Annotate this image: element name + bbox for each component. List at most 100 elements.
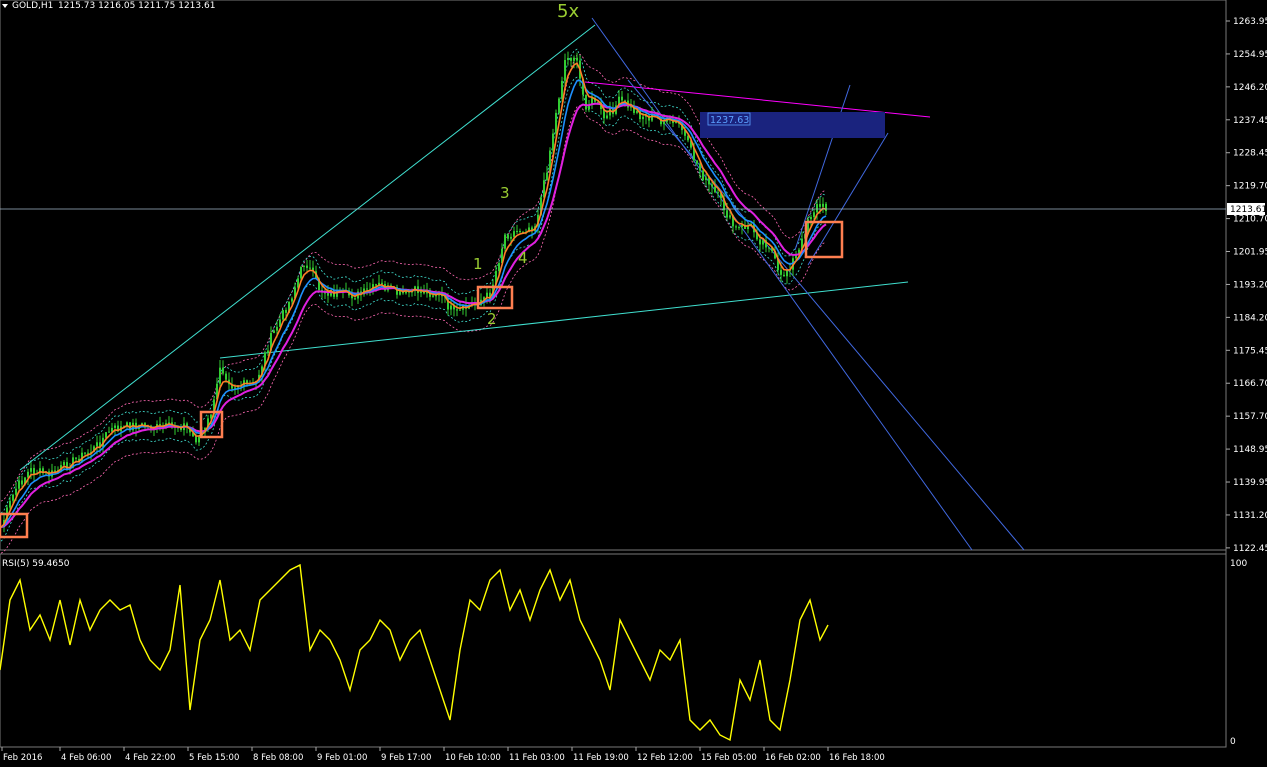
candle-body <box>108 431 110 433</box>
wave-1-label: 1 <box>473 255 483 273</box>
price-tick-label: 1131.20 <box>1233 511 1267 521</box>
candle-body <box>366 288 368 290</box>
time-tick-label: 16 Feb 02:00 <box>765 753 821 763</box>
candle-body <box>222 367 224 374</box>
candle-body <box>726 210 728 218</box>
candle-body <box>282 309 284 320</box>
time-tick-label: 10 Feb 10:00 <box>445 753 501 763</box>
candle-body <box>381 282 383 284</box>
candle-body <box>219 367 221 384</box>
candle-body <box>819 204 821 207</box>
price-axis[interactable]: 1263.95 1254.95 1246.20 1237.45 1228.45 1219.… <box>1226 17 1267 554</box>
time-tick-label: 9 Feb 01:00 <box>317 753 367 763</box>
candle-body <box>735 226 737 228</box>
candle-body <box>564 60 566 81</box>
trading-chart-window[interactable]: GOLD,H1 1215.73 1216.05 1211.75 1213.61 … <box>0 0 1267 763</box>
candle-body <box>762 240 764 245</box>
candle-body <box>114 425 116 428</box>
candle-body <box>9 500 11 508</box>
wave-5x-label: 5x <box>557 1 579 22</box>
candle-body <box>105 432 107 438</box>
ohlc-values: 1215.73 1216.05 1211.75 1213.61 <box>58 1 215 11</box>
candle-body <box>432 295 434 297</box>
candle-body <box>717 192 719 194</box>
rsi-title: RSI(5) 59.4650 <box>2 559 70 569</box>
candle-body <box>810 217 812 220</box>
price-tick-label: 1254.95 <box>1233 50 1267 60</box>
candle-body <box>30 468 32 472</box>
candle-body <box>738 227 740 229</box>
candle-body <box>663 121 665 125</box>
candle-body <box>498 263 500 271</box>
candle-body <box>15 488 17 495</box>
candle-body <box>459 309 461 311</box>
candle-body <box>435 295 437 297</box>
candle-body <box>354 298 356 300</box>
candle-body <box>585 94 587 110</box>
candle-body <box>456 309 458 311</box>
price-tick-label: 1139.95 <box>1233 478 1267 488</box>
candle-body <box>783 274 785 277</box>
candle-body <box>570 57 572 61</box>
candle-body <box>711 184 713 187</box>
candle-body <box>375 284 377 286</box>
candle-body <box>300 266 302 279</box>
candle-body <box>573 57 575 61</box>
candle-body <box>27 471 29 478</box>
candle-body <box>567 57 569 61</box>
time-tick-label: 4 Feb 06:00 <box>61 753 111 763</box>
time-tick-label: 4 Feb 22:00 <box>125 753 175 763</box>
candle-body <box>504 234 506 249</box>
candle-body <box>768 247 770 249</box>
candle-body <box>555 112 557 134</box>
time-tick-label: 12 Feb 12:00 <box>637 753 693 763</box>
price-tick-label: 1246.20 <box>1233 83 1267 93</box>
price-tick-label: 1166.70 <box>1233 379 1267 389</box>
candle-body <box>195 436 197 443</box>
rsi-pane[interactable] <box>0 553 1227 748</box>
candle-body <box>714 186 716 193</box>
candle-body <box>510 236 512 239</box>
price-tick-label: 1175.45 <box>1233 346 1267 356</box>
time-axis[interactable]: Feb 2016 4 Feb 06:00 4 Feb 22:00 5 Feb 15:0… <box>1 747 885 763</box>
candle-body <box>780 270 782 275</box>
candle-body <box>159 424 161 426</box>
candle-body <box>552 133 554 151</box>
candle-body <box>729 215 731 218</box>
candle-body <box>267 350 269 353</box>
candle-body <box>291 298 293 302</box>
candle-body <box>813 212 815 218</box>
price-tick-label: 1263.95 <box>1233 17 1267 27</box>
price-tick-label: 1122.45 <box>1233 544 1267 554</box>
price-tick-label: 1201.95 <box>1233 248 1267 258</box>
candle-body <box>516 230 518 232</box>
candle-body <box>84 452 86 454</box>
candle-body <box>273 330 275 334</box>
target-label: 1237.63 <box>710 115 749 126</box>
price-tick-label: 1193.20 <box>1233 280 1267 290</box>
candle-body <box>702 170 704 181</box>
candle-body <box>642 116 644 120</box>
candle-body <box>225 373 227 380</box>
candle-body <box>75 457 77 459</box>
candle-body <box>576 57 578 61</box>
wave-4-label: 4 <box>518 249 528 267</box>
candle-body <box>759 239 761 245</box>
candle-body <box>546 172 548 181</box>
chart-header: GOLD,H1 1215.73 1216.05 1211.75 1213.61 <box>2 1 215 11</box>
time-tick-label: 16 Feb 18:00 <box>829 753 885 763</box>
price-tick-label: 1157.70 <box>1233 412 1267 422</box>
price-tick-label: 1228.45 <box>1233 149 1267 159</box>
chart-canvas[interactable]: GOLD,H1 1215.73 1216.05 1211.75 1213.61 … <box>0 0 1267 763</box>
candle-body <box>558 98 560 113</box>
candle-body <box>18 480 20 489</box>
time-tick-label: Feb 2016 <box>3 753 42 763</box>
candle-body <box>786 270 788 277</box>
candle-body <box>63 462 65 466</box>
candle-body <box>306 265 308 268</box>
candle-body <box>705 177 707 181</box>
candle-body <box>825 203 827 212</box>
candle-body <box>513 231 515 237</box>
price-tick-label: 1210.70 <box>1233 215 1267 225</box>
candle-body <box>606 115 608 119</box>
